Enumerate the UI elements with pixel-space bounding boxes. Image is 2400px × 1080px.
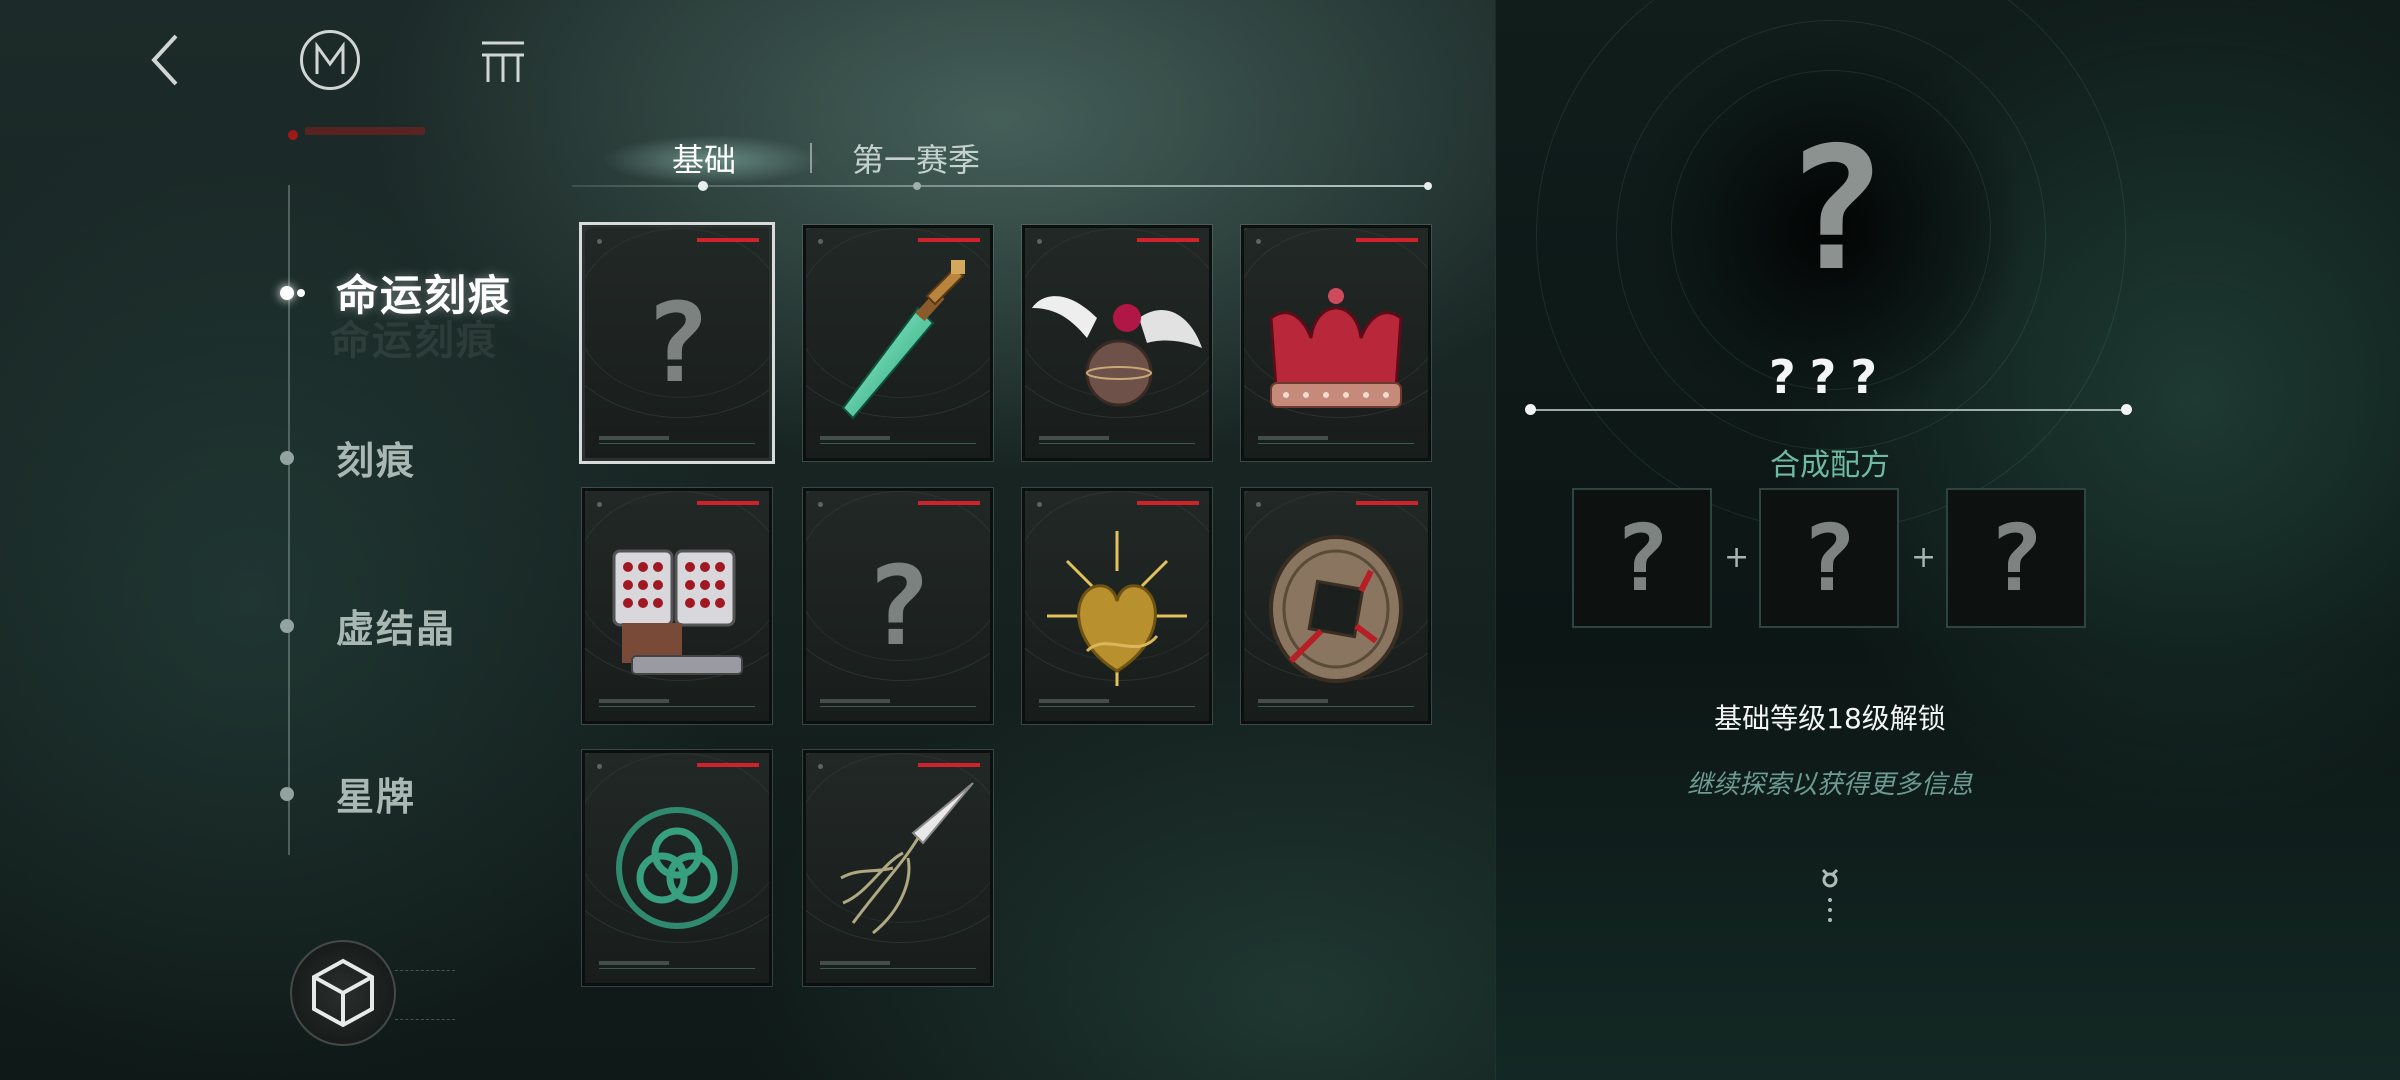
- m-logo-icon: [315, 41, 345, 74]
- tab-indicator-dot: [698, 181, 708, 191]
- card-footer-text: [820, 436, 890, 440]
- coin-icon: [1244, 491, 1428, 721]
- knot-emblem-icon: [585, 753, 769, 983]
- nav-item-label: 刻痕: [336, 438, 417, 483]
- nav-dot-active: [280, 285, 294, 300]
- nav-item-marks[interactable]: 刻痕: [280, 430, 416, 485]
- nav-item-label: 虚结晶: [336, 606, 457, 651]
- cube-decoration: [395, 970, 455, 1020]
- golden-heart-icon: [1025, 491, 1209, 721]
- cube-button[interactable]: [290, 940, 396, 1046]
- winged-orb-icon: [1025, 228, 1209, 458]
- tab-indicator-dot: [913, 182, 921, 190]
- nav-item-star-cards[interactable]: 星牌: [280, 766, 416, 821]
- detail-item-icon: ?: [1783, 111, 1887, 309]
- recipe-title: 合成配方: [1770, 448, 1890, 483]
- rocket-launcher-icon: [585, 491, 769, 721]
- plus-icon: +: [1911, 540, 1937, 575]
- name-divider-dot: [1525, 404, 1536, 415]
- question-mark-icon: ?: [1801, 504, 1857, 612]
- name-divider-dot: [2121, 404, 2132, 415]
- card-4[interactable]: [1240, 224, 1432, 462]
- spear-icon: [806, 753, 990, 983]
- card-footer-line: [599, 706, 755, 707]
- scroll-down-indicator: [1818, 866, 1842, 931]
- question-mark-icon: ?: [806, 491, 990, 721]
- scroll-indicator-icon: [1821, 868, 1839, 922]
- card-footer-line: [1258, 443, 1414, 444]
- detail-item-name: ???: [1768, 350, 1892, 404]
- cube-icon: [312, 958, 374, 1028]
- nav-dot: [280, 450, 294, 465]
- card-footer-line: [599, 968, 755, 969]
- tab-end-dot: [1424, 182, 1432, 190]
- unlock-requirement: 基础等级18级解锁: [1714, 702, 1946, 735]
- card-footer-text: [820, 699, 890, 703]
- card-10[interactable]: [802, 749, 994, 987]
- explore-hint: 继续探索以获得更多信息: [1686, 770, 1973, 800]
- card-6[interactable]: ?: [802, 487, 994, 725]
- menu-button[interactable]: [480, 40, 526, 84]
- card-7[interactable]: [1021, 487, 1213, 725]
- recipe-slot-2[interactable]: ?: [1759, 488, 1899, 628]
- tab-season-one[interactable]: 第一赛季: [852, 135, 980, 181]
- nav-item-void-crystal[interactable]: 虚结晶: [280, 598, 456, 653]
- back-button[interactable]: [140, 30, 190, 90]
- nav-item-label: 星牌: [336, 774, 417, 819]
- card-5[interactable]: [581, 487, 773, 725]
- question-mark-icon: ?: [585, 228, 769, 458]
- card-footer-text: [599, 961, 669, 965]
- tab-separator: [810, 143, 812, 173]
- card-3[interactable]: [1021, 224, 1213, 462]
- card-9[interactable]: [581, 749, 773, 987]
- question-mark-icon: ?: [1988, 504, 2044, 612]
- card-footer-line: [599, 443, 755, 444]
- question-mark: ?: [643, 279, 711, 407]
- notification-dot: [288, 130, 298, 140]
- tab-basic[interactable]: 基础: [672, 135, 736, 181]
- card-footer-line: [820, 443, 976, 444]
- card-footer-line: [1039, 443, 1195, 444]
- plus-icon: +: [1724, 540, 1750, 575]
- recipe-slot-3[interactable]: ?: [1946, 488, 2086, 628]
- card-footer-line: [1039, 706, 1195, 707]
- name-divider: [1530, 409, 2128, 411]
- card-footer-text: [1258, 436, 1328, 440]
- chevron-left-icon: [151, 34, 178, 86]
- nav-dot: [280, 618, 294, 633]
- card-footer-text: [820, 961, 890, 965]
- card-footer-line: [820, 968, 976, 969]
- menu-icon: [482, 41, 524, 82]
- question-mark: ?: [864, 542, 932, 670]
- card-1[interactable]: ?: [579, 222, 775, 464]
- notification-strip: [305, 127, 425, 135]
- card-footer-text: [1039, 436, 1109, 440]
- nav-dot: [280, 786, 294, 801]
- card-footer-text: [1258, 699, 1328, 703]
- m-logo-button[interactable]: [300, 30, 360, 90]
- nav-item-fate-marks[interactable]: 命运刻痕: [280, 262, 512, 323]
- card-footer-line: [820, 706, 976, 707]
- card-8[interactable]: [1240, 487, 1432, 725]
- card-2[interactable]: [802, 224, 994, 462]
- nav-item-label: 命运刻痕: [336, 271, 513, 320]
- question-mark-icon: ?: [1614, 504, 1670, 612]
- sword-icon: [806, 228, 990, 458]
- card-footer-text: [1039, 699, 1109, 703]
- tab-bar: 基础 第一赛季: [572, 125, 1432, 195]
- card-footer-text: [599, 436, 669, 440]
- card-footer-line: [1258, 706, 1414, 707]
- card-footer-text: [599, 699, 669, 703]
- recipe-slot-1[interactable]: ?: [1572, 488, 1712, 628]
- crown-icon: [1244, 228, 1428, 458]
